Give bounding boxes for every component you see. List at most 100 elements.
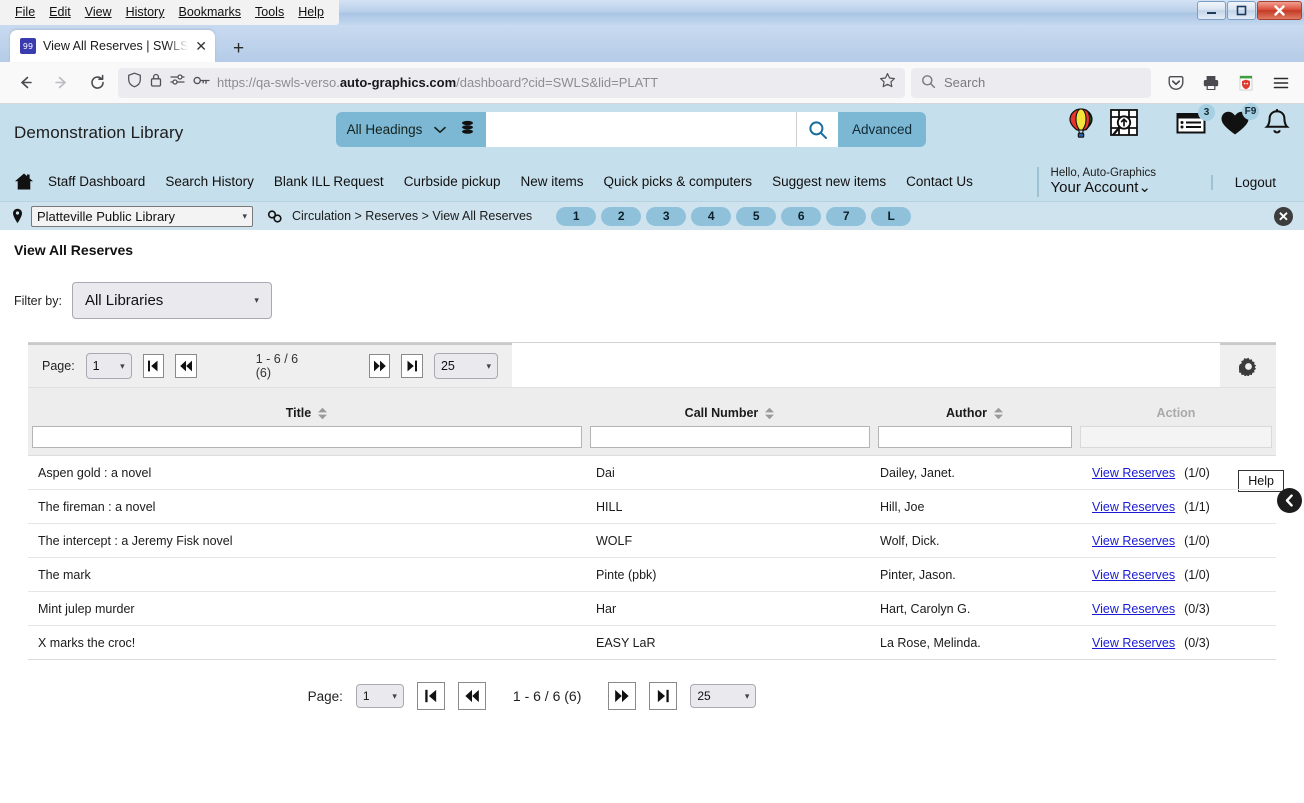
close-window-button[interactable] [1257,1,1302,20]
table-row[interactable]: Mint julep murder Har Hart, Carolyn G. V… [28,592,1276,626]
catalog-search-button[interactable] [796,112,838,147]
last-page-button[interactable] [401,354,423,378]
view-reserves-link[interactable]: View Reserves [1092,602,1175,616]
catalog-search-input[interactable] [486,112,796,147]
previous-page-button[interactable] [175,354,197,378]
maximize-button[interactable] [1227,1,1256,20]
menu-bookmarks[interactable]: Bookmarks [171,3,248,22]
menu-view[interactable]: View [78,3,119,22]
library-select[interactable]: Platteville Public Library ▾ [31,205,253,227]
nav-curbside-pickup[interactable]: Curbside pickup [394,174,511,189]
pill-2[interactable]: 2 [601,206,642,226]
sort-icon[interactable] [317,407,328,420]
view-reserves-link[interactable]: View Reserves [1092,568,1175,582]
cell-action: View Reserves (1/0) [1076,466,1276,480]
table-row[interactable]: The mark Pinte (pbk) Pinter, Jason. View… [28,558,1276,592]
save-to-pocket-icon[interactable] [1163,70,1189,96]
home-icon[interactable] [14,172,34,191]
library-filter-select[interactable]: All Libraries ▾ [71,282,272,319]
toolbar-page-size-select[interactable]: 25 ▾ [433,353,498,379]
first-page-button[interactable] [142,354,165,378]
chevron-down-icon: ▾ [744,690,750,701]
pill-7[interactable]: 7 [826,206,867,226]
nav-contact-us[interactable]: Contact Us [896,174,983,189]
cell-author: La Rose, Melinda. [880,635,981,650]
pill-l[interactable]: L [871,206,912,226]
view-reserves-link[interactable]: View Reserves [1092,500,1175,514]
browser-tab[interactable]: 99 View All Reserves | SWLS | PLATT ✕ [10,30,215,62]
pill-1[interactable]: 1 [556,206,597,226]
permissions-icon[interactable] [170,73,186,92]
hamburger-menu-icon[interactable] [1268,70,1294,96]
headings-selector[interactable]: All Headings [336,112,486,147]
url-bar[interactable]: https://qa-swls-verso.auto-graphics.com/… [118,67,905,98]
nav-staff-dashboard[interactable]: Staff Dashboard [38,174,155,189]
new-tab-button[interactable]: + [233,39,244,58]
view-reserves-link[interactable]: View Reserves [1092,466,1175,480]
reload-icon[interactable] [82,68,112,98]
close-tab-icon[interactable]: ✕ [195,39,207,53]
menu-tools[interactable]: Tools [248,3,291,22]
next-page-button[interactable] [368,354,391,378]
extension-shield-icon[interactable] [1233,70,1259,96]
pill-5[interactable]: 5 [736,206,777,226]
pill-4[interactable]: 4 [691,206,732,226]
bottom-previous-page-button[interactable] [457,682,486,710]
search-collection-icon[interactable] [1108,108,1140,138]
minimize-button[interactable] [1197,1,1226,20]
nav-suggest-new-items[interactable]: Suggest new items [762,174,896,189]
my-lists-icon[interactable]: 3 [1176,104,1215,135]
table-row[interactable]: X marks the croc! EASY LaR La Rose, Meli… [28,626,1276,660]
filter-input-title[interactable] [32,426,582,448]
bottom-page-select[interactable]: 1 ▾ [355,684,404,708]
nav-new-items[interactable]: New items [511,174,594,189]
pill-3[interactable]: 3 [646,206,687,226]
nav-quick-picks[interactable]: Quick picks & computers [594,174,763,189]
bottom-page-size-select[interactable]: 25 ▾ [690,684,757,708]
menu-help[interactable]: Help [291,3,331,22]
database-icon[interactable] [460,120,475,140]
favorites-heart-icon[interactable]: F9 [1220,103,1259,136]
nav-search-history[interactable]: Search History [155,174,264,189]
bell-icon[interactable] [1264,109,1290,137]
menu-history[interactable]: History [119,3,172,22]
forward-icon[interactable] [46,68,76,98]
grid-settings-button[interactable] [1220,343,1276,387]
table-row[interactable]: The intercept : a Jeremy Fisk novel WOLF… [28,524,1276,558]
menu-edit[interactable]: Edit [42,3,78,22]
bottom-first-page-button[interactable] [416,682,445,710]
lock-icon[interactable] [149,72,163,93]
print-icon[interactable] [1198,70,1224,96]
cell-call-number: Pinte (pbk) [596,567,657,582]
column-header-call-number[interactable]: Call Number [586,406,874,426]
view-reserves-link[interactable]: View Reserves [1092,534,1175,548]
back-icon[interactable] [10,68,40,98]
your-account-menu[interactable]: Your Account⌄ [1051,179,1156,197]
sort-icon[interactable] [993,407,1004,420]
chevron-down-icon: ▾ [254,295,259,305]
view-reserves-link[interactable]: View Reserves [1092,636,1175,650]
menu-file[interactable]: File [8,3,42,22]
advanced-search-button[interactable]: Advanced [838,112,927,147]
close-session-icon[interactable]: ✕ [1274,207,1293,226]
browser-search-box[interactable]: Search [911,67,1151,98]
column-header-author[interactable]: Author [874,406,1076,426]
bottom-next-page-button[interactable] [608,682,637,710]
table-row[interactable]: Aspen gold : a novel Dai Dailey, Janet. … [28,456,1276,490]
bottom-last-page-button[interactable] [649,682,678,710]
hot-air-balloon-icon[interactable] [1068,108,1094,138]
key-icon[interactable] [193,74,210,92]
toolbar-page-select[interactable]: 1 ▾ [85,353,132,379]
nav-blank-ill-request[interactable]: Blank ILL Request [264,174,394,189]
pill-6[interactable]: 6 [781,206,822,226]
window-controls [1196,1,1302,20]
bookmark-star-icon[interactable] [879,72,896,94]
table-row[interactable]: The fireman : a novel HILL Hill, Joe Vie… [28,490,1276,524]
filter-input-author[interactable] [878,426,1072,448]
collapse-panel-button[interactable] [1277,488,1302,513]
logout-link[interactable]: Logout [1210,175,1276,190]
filter-input-call-number[interactable] [590,426,870,448]
column-header-title[interactable]: Title [28,406,586,426]
shield-icon[interactable] [127,72,142,93]
sort-icon[interactable] [764,407,775,420]
